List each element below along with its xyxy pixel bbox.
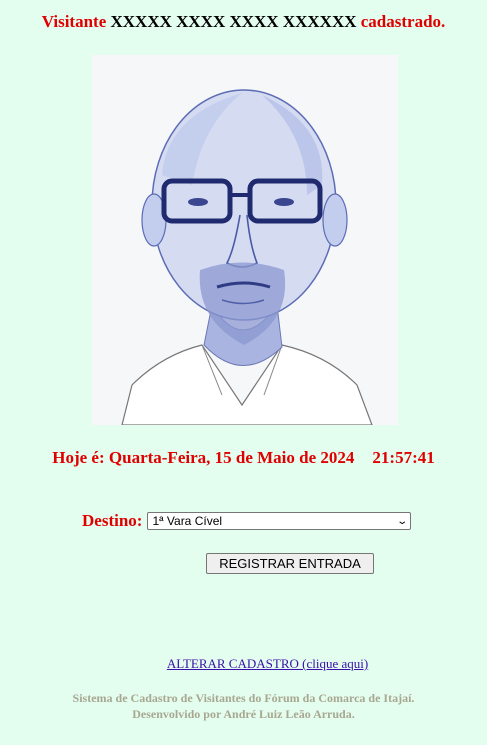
title-prefix: Visitante (41, 12, 107, 31)
destino-selected-value: 1ª Vara Cível (152, 514, 223, 528)
chevron-down-icon: ⌄ (396, 515, 409, 527)
clock-time: 21:57:41 (372, 448, 435, 467)
current-date-time: Hoje é: Quarta-Feira, 15 de Maio de 2024… (0, 448, 487, 468)
title-suffix: cadastrado. (360, 12, 446, 31)
register-entry-button[interactable]: REGISTRAR ENTRADA (206, 553, 374, 574)
footer-line-1: Sistema de Cadastro de Visitantes do Fór… (72, 691, 415, 705)
footer-line-2: Desenvolvido por André Luiz Leão Arruda. (132, 707, 355, 721)
footer: Sistema de Cadastro de Visitantes do Fór… (0, 690, 487, 722)
date-label: Hoje é: Quarta-Feira, 15 de Maio de 2024 (52, 448, 355, 467)
visitor-name: XXXXX XXXX XXXX XXXXXX (110, 12, 357, 31)
destino-select[interactable]: 1ª Vara Cível ⌄ (147, 512, 412, 530)
destino-label: Destino: (82, 511, 143, 530)
visitor-photo (92, 55, 398, 425)
portrait-sketch-icon (121, 89, 373, 425)
page-title: Visitante XXXXX XXXX XXXX XXXXXX cadastr… (0, 12, 487, 32)
destino-row: Destino: 1ª Vara Cível ⌄ (82, 511, 412, 531)
alter-cadastro-link[interactable]: ALTERAR CADASTRO (clique aqui) (0, 656, 487, 672)
